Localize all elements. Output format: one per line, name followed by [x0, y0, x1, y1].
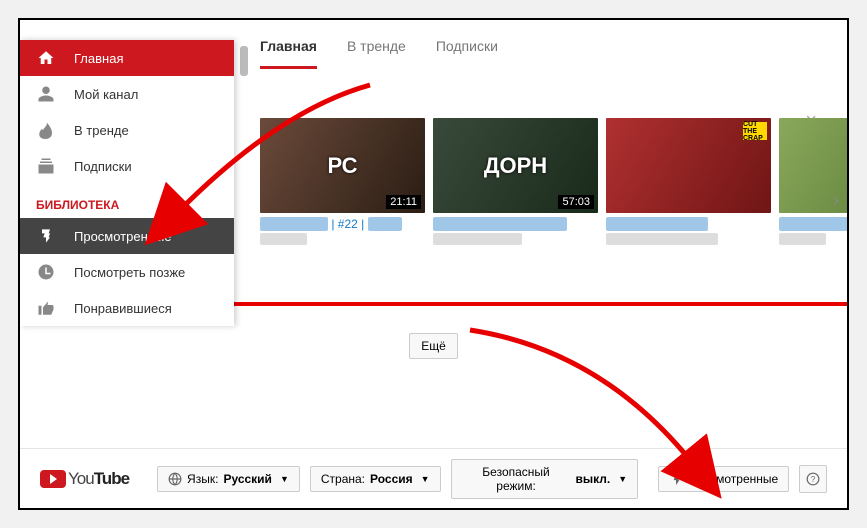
help-button[interactable]: ?: [799, 465, 827, 493]
sidebar-item-mychannel[interactable]: Мой канал: [20, 76, 234, 112]
sidebar-item-label: Мой канал: [74, 87, 138, 102]
clock-icon: [36, 262, 56, 282]
video-item[interactable]: РС 21:11 ████████ | #22 | ████ ██████: [260, 118, 425, 245]
play-icon: [40, 470, 66, 488]
sidebar: Главная Мой канал В тренде Подписки БИБЛ…: [20, 40, 234, 326]
duration-badge: 57:03: [558, 195, 594, 209]
home-icon: [36, 48, 56, 68]
sidebar-item-label: Главная: [74, 51, 123, 66]
fire-icon: [36, 120, 56, 140]
like-icon: [36, 298, 56, 318]
video-item[interactable]: CUT THE CRAP ████████████ ████████ █████…: [606, 118, 771, 245]
safemode-button[interactable]: Безопасный режим: выкл. ▼: [451, 459, 639, 499]
sidebar-item-history[interactable]: Просмотренные: [20, 218, 234, 254]
sidebar-item-label: В тренде: [74, 123, 129, 138]
more-button[interactable]: Ещё: [409, 333, 458, 359]
history-icon: [36, 226, 56, 246]
logo-text: YouTube: [68, 469, 129, 489]
thumb-overlay: ДОРН: [484, 153, 547, 179]
globe-icon: [168, 472, 182, 486]
tab-trending[interactable]: В тренде: [347, 38, 406, 69]
channel-badge: CUT THE CRAP: [743, 122, 767, 140]
content-tabs: Главная В тренде Подписки: [260, 38, 498, 69]
video-item[interactable]: 16:54 ████████████ ██████: [779, 118, 849, 245]
language-button[interactable]: Язык: Русский ▼: [157, 466, 300, 492]
sidebar-item-trending[interactable]: В тренде: [20, 112, 234, 148]
video-shelf: РС 21:11 ████████ | #22 | ████ ██████ ДО…: [260, 118, 849, 245]
footer: YouTube Язык: Русский ▼ Страна: Россия ▼…: [20, 448, 847, 508]
tab-home[interactable]: Главная: [260, 38, 317, 69]
video-title: ████████████: [779, 217, 849, 231]
duration-badge: 21:11: [386, 195, 421, 209]
sidebar-item-home[interactable]: Главная: [20, 40, 234, 76]
sidebar-item-watchlater[interactable]: Посмотреть позже: [20, 254, 234, 290]
video-meta: ██████: [260, 233, 425, 245]
tab-subscriptions[interactable]: Подписки: [436, 38, 498, 69]
video-meta: ███████ ████: [433, 233, 598, 245]
main-content: Главная В тренде Подписки × РС 21:11 ███…: [20, 20, 847, 508]
sidebar-item-label: Подписки: [74, 159, 132, 174]
svg-text:?: ?: [811, 474, 816, 483]
video-title: ████████ | #22 | ████: [260, 217, 425, 231]
caret-down-icon: ▼: [421, 474, 430, 484]
help-icon: ?: [806, 472, 820, 486]
video-meta: ████████ ██████: [606, 233, 771, 245]
video-item[interactable]: ДОРН 57:03 ██████ ██ ███████ ███████ ███…: [433, 118, 598, 245]
video-meta: ██████: [779, 233, 849, 245]
sidebar-item-liked[interactable]: Понравившиеся: [20, 290, 234, 326]
history-icon: [669, 472, 683, 486]
scroll-indicator: [240, 46, 248, 76]
subs-icon: [36, 156, 56, 176]
carousel-next-icon[interactable]: ›: [833, 190, 839, 211]
account-icon: [36, 84, 56, 104]
footer-history-button[interactable]: Просмотренные: [658, 466, 789, 492]
sidebar-item-subscriptions[interactable]: Подписки: [20, 148, 234, 184]
video-title: ████████████: [606, 217, 771, 231]
youtube-logo[interactable]: YouTube: [40, 469, 129, 489]
country-button[interactable]: Страна: Россия ▼: [310, 466, 441, 492]
sidebar-item-label: Просмотренные: [74, 229, 172, 244]
sidebar-item-label: Понравившиеся: [74, 301, 172, 316]
thumb-overlay: РС: [327, 153, 357, 179]
caret-down-icon: ▼: [618, 474, 627, 484]
sidebar-library-header: БИБЛИОТЕКА: [20, 184, 234, 218]
caret-down-icon: ▼: [280, 474, 289, 484]
sidebar-item-label: Посмотреть позже: [74, 265, 185, 280]
video-title: ██████ ██ ███████: [433, 217, 598, 231]
